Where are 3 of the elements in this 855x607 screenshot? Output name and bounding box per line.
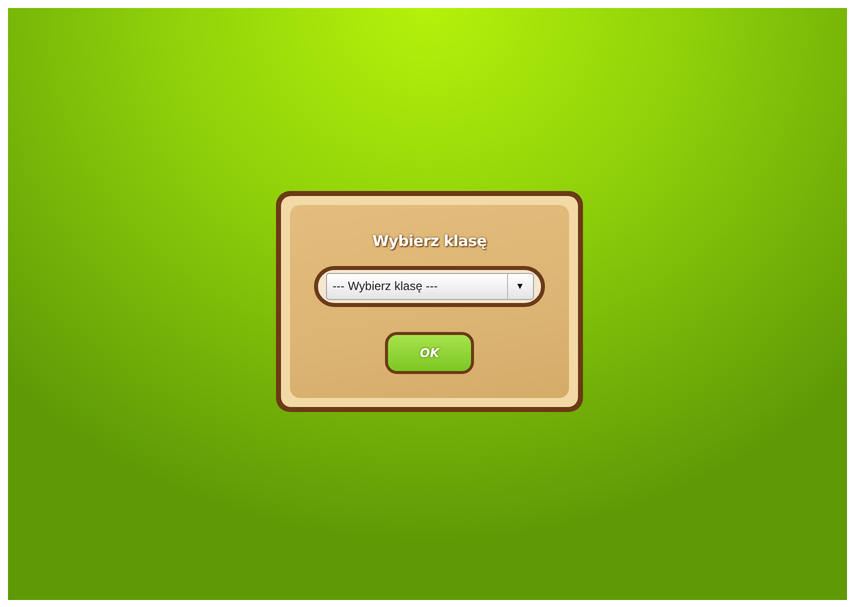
- class-dropdown[interactable]: --- Wybierz klasę --- ▼: [326, 272, 534, 300]
- dropdown-value: --- Wybierz klasę ---: [332, 279, 439, 293]
- dialog-title: Wybierz klasę: [372, 232, 487, 250]
